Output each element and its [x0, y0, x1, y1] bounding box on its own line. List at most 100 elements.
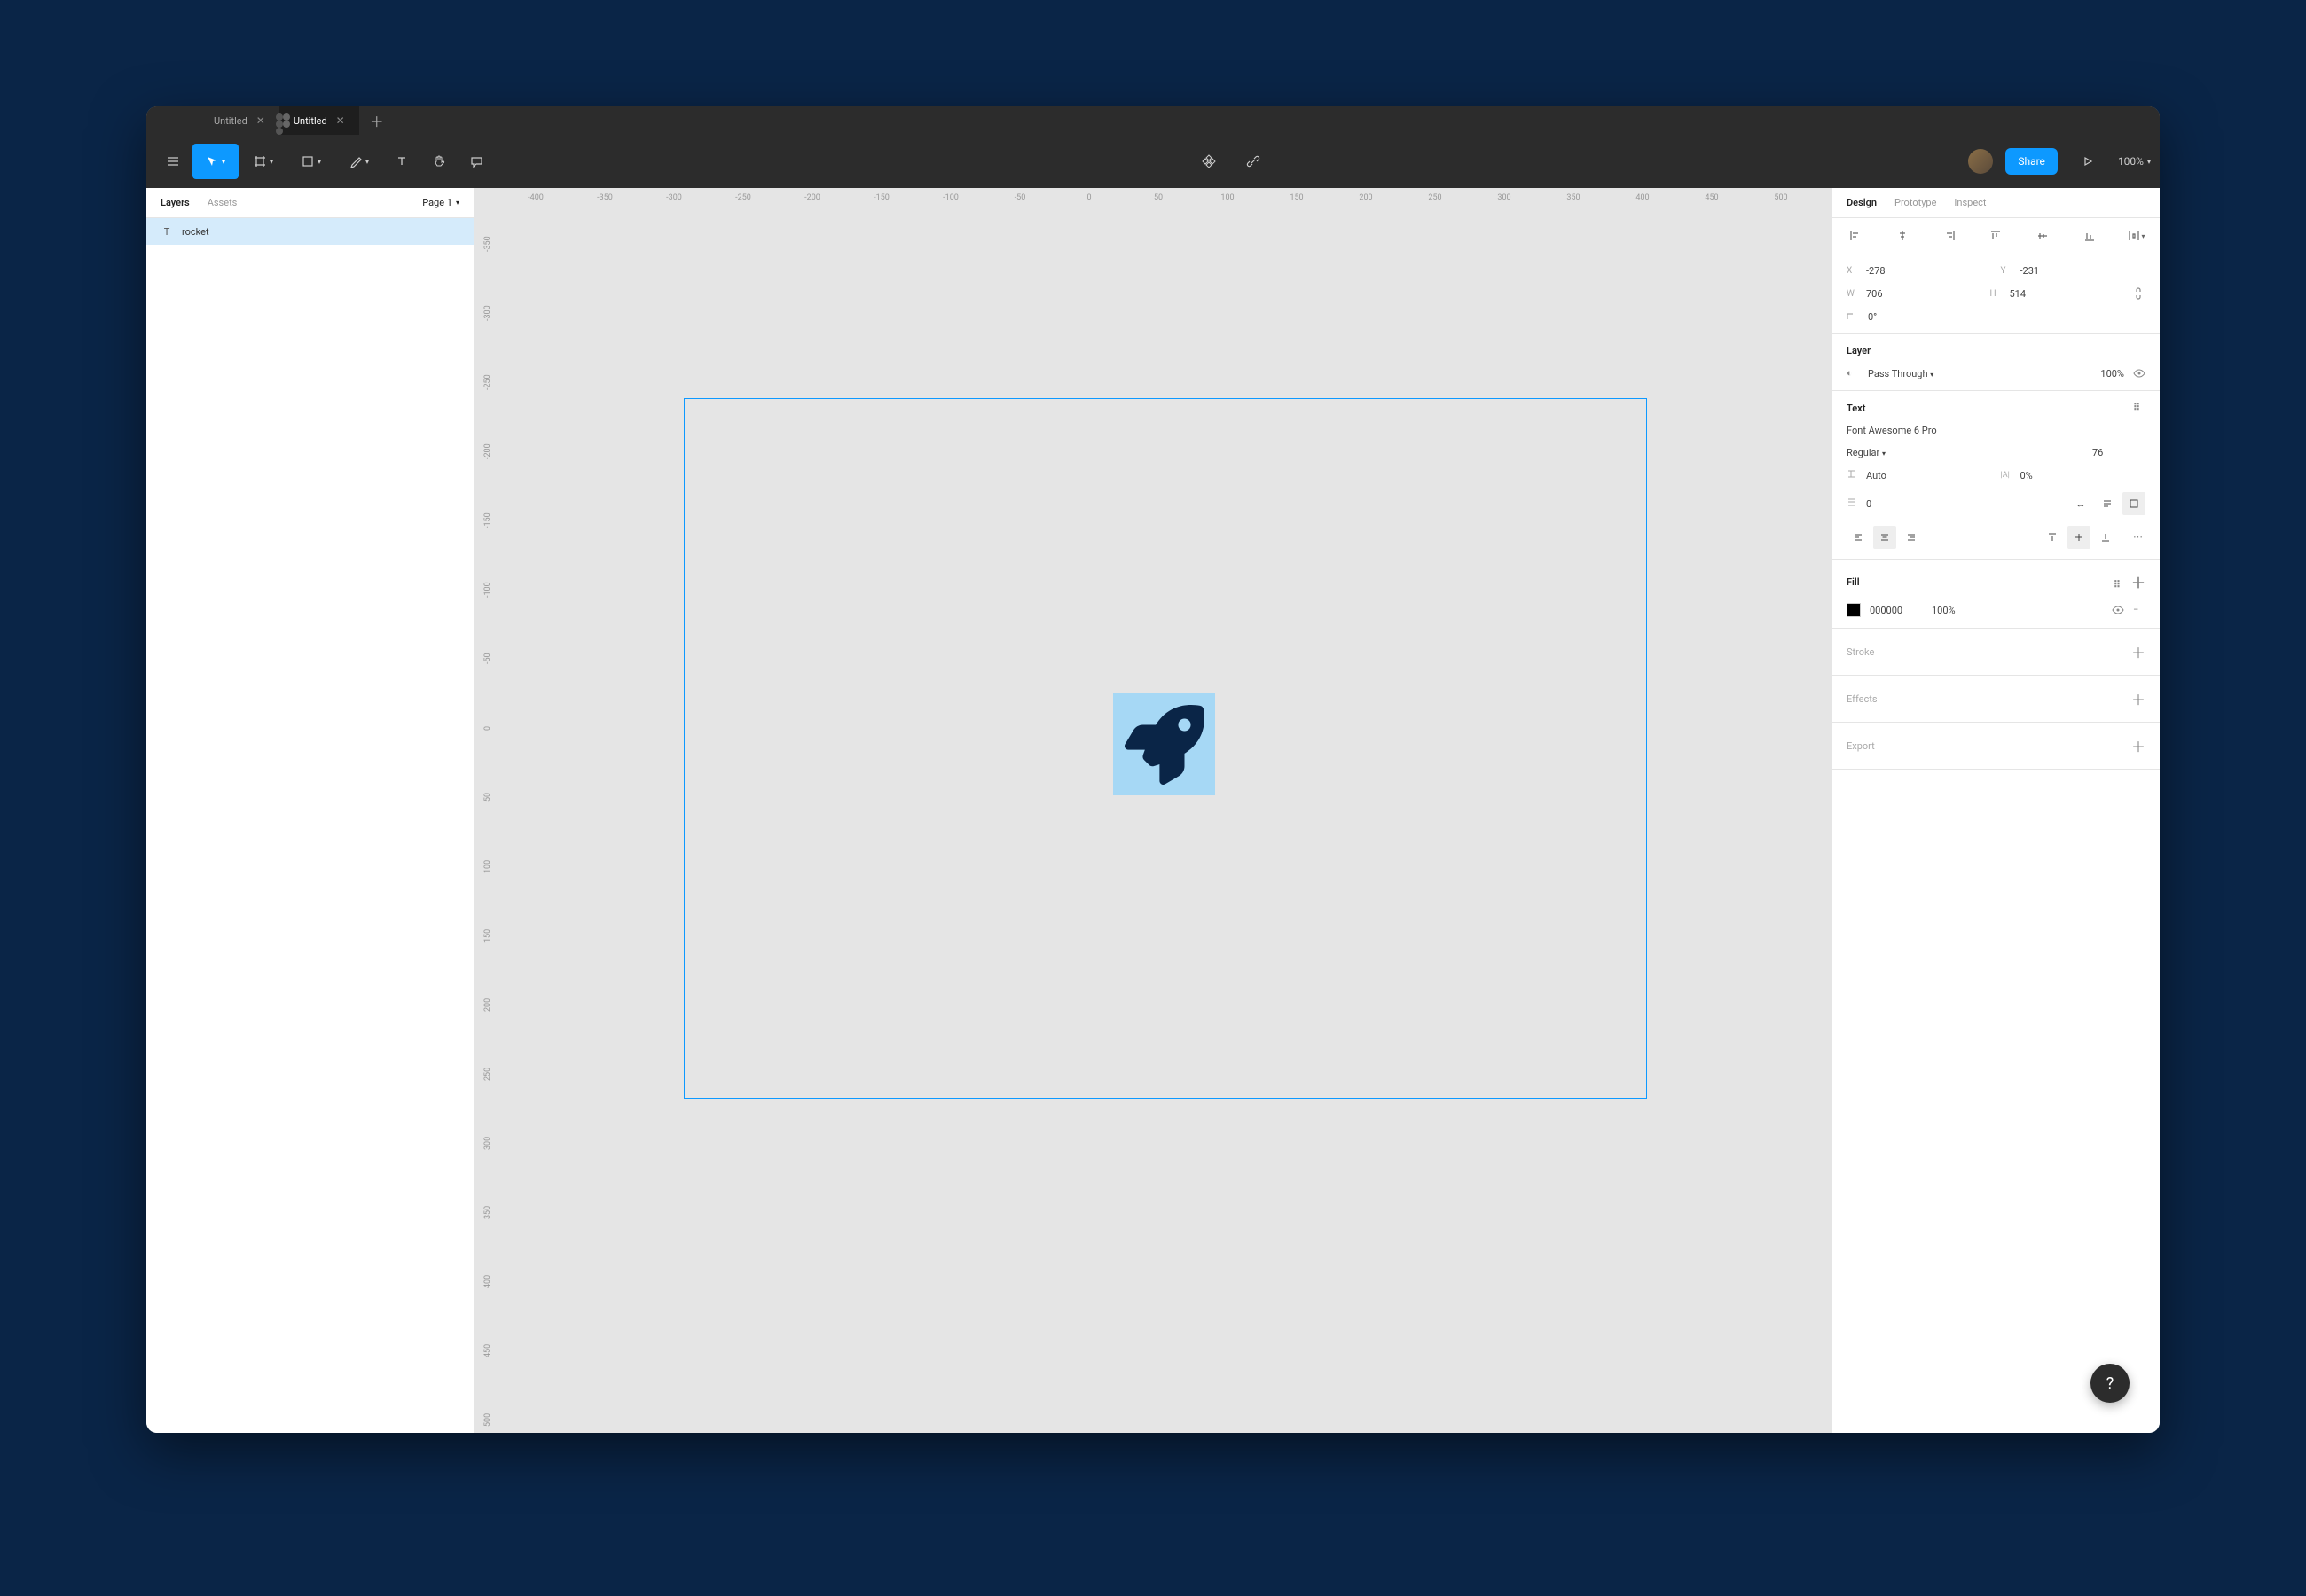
text-valign-top-icon[interactable] [2041, 526, 2064, 549]
text-title: Text [1847, 403, 1865, 414]
rotation-value[interactable]: 0° [1868, 311, 2145, 323]
canvas-content[interactable] [475, 188, 1831, 1433]
hand-tool[interactable] [421, 144, 457, 179]
component-icon[interactable] [1199, 152, 1219, 171]
fill-color-swatch[interactable] [1847, 603, 1861, 617]
tab-untitled-1[interactable]: Untitled ✕ [200, 106, 279, 135]
figma-logo-icon[interactable] [276, 113, 290, 128]
y-value[interactable]: -231 [2020, 265, 2146, 277]
inspect-tab[interactable]: Inspect [1954, 197, 1986, 208]
help-button[interactable]: ? [2090, 1364, 2130, 1403]
text-align-right-icon[interactable] [1900, 526, 1923, 549]
chevron-down-icon: ▾ [365, 158, 369, 166]
assets-tab[interactable]: Assets [208, 197, 238, 208]
tab-untitled-2[interactable]: Untitled ✕ [279, 106, 359, 135]
text-align-center-icon[interactable] [1873, 526, 1896, 549]
chevron-down-icon: ▾ [2147, 158, 2151, 166]
rotation-icon [1847, 310, 1859, 323]
h-value[interactable]: 514 [2010, 288, 2125, 300]
resize-auto-height-icon[interactable] [2096, 492, 2119, 515]
close-tab-icon[interactable]: ✕ [336, 114, 345, 127]
fill-opacity-value[interactable]: 100% [1932, 605, 1956, 616]
visibility-icon[interactable] [2133, 367, 2145, 379]
stroke-title: Stroke [1847, 646, 1874, 658]
add-export-button[interactable]: ＋ [2131, 735, 2145, 756]
user-avatar[interactable] [1968, 149, 1993, 174]
y-label: Y [2001, 266, 2013, 276]
pen-tool[interactable]: ▾ [336, 144, 382, 179]
page-label: Page 1 [422, 197, 452, 208]
font-size-input[interactable]: 76 [2092, 447, 2145, 458]
move-tool[interactable]: ▾ [192, 144, 239, 179]
resize-fixed-icon[interactable] [2122, 492, 2145, 515]
toolbar: ▾ ▾ ▾ ▾ Share 100%▾ [146, 135, 2160, 188]
zoom-dropdown[interactable]: 100%▾ [2118, 155, 2151, 168]
share-button[interactable]: Share [2005, 148, 2058, 175]
add-tab-button[interactable]: ＋ [359, 106, 395, 135]
x-value[interactable]: -278 [1866, 265, 1992, 277]
add-stroke-button[interactable]: ＋ [2131, 641, 2145, 662]
fill-title: Fill [1847, 576, 1860, 588]
fill-hex-value[interactable]: 000000 [1870, 605, 1923, 616]
right-panel: Design Prototype Inspect ▾ X -278 Y -231 [1831, 188, 2160, 1433]
text-align-left-icon[interactable] [1847, 526, 1870, 549]
fill-styles-icon[interactable]: ⠿ [2114, 579, 2121, 591]
add-effect-button[interactable]: ＋ [2131, 688, 2145, 709]
rocket-icon[interactable] [1113, 693, 1215, 795]
text-valign-bottom-icon[interactable] [2094, 526, 2117, 549]
fill-section: Fill ⠿ ＋ 000000 100% − [1832, 560, 2160, 629]
design-tab[interactable]: Design [1847, 197, 1877, 208]
tab-label: Untitled [214, 115, 247, 127]
remove-fill-button[interactable]: − [2133, 604, 2145, 616]
blend-mode-select[interactable]: Pass Through ▾ [1868, 368, 2091, 379]
effects-title: Effects [1847, 693, 1878, 705]
opacity-value[interactable]: 100% [2100, 368, 2124, 379]
app-window: Untitled ✕ Untitled ✕ ＋ ▾ ▾ ▾ ▾ Share 1 [146, 106, 2160, 1433]
align-bottom-icon[interactable] [2081, 227, 2098, 245]
align-top-icon[interactable] [1987, 227, 2004, 245]
page-selector[interactable]: Page 1 ▾ [422, 197, 459, 208]
shape-tool[interactable]: ▾ [288, 144, 334, 179]
add-fill-button[interactable]: ＋ [2131, 575, 2145, 591]
x-label: X [1847, 266, 1859, 276]
menu-button[interactable] [155, 144, 191, 179]
text-more-icon[interactable]: ⋯ [2133, 531, 2145, 544]
constrain-proportions-icon[interactable] [2133, 287, 2145, 300]
left-panel: Layers Assets Page 1 ▾ T rocket [146, 188, 475, 1433]
distribute-icon[interactable]: ▾ [2128, 227, 2145, 245]
h-label: H [1990, 289, 2003, 299]
line-height-value[interactable]: Auto [1866, 470, 1992, 481]
text-tool[interactable] [384, 144, 420, 179]
align-right-icon[interactable] [1941, 227, 1958, 245]
letter-spacing-icon: |A| [2001, 471, 2013, 480]
blend-mode-icon[interactable]: ◐ [1847, 367, 1859, 379]
text-valign-middle-icon[interactable] [2067, 526, 2090, 549]
align-hcenter-icon[interactable] [1894, 227, 1911, 245]
paragraph-spacing-icon [1847, 497, 1859, 510]
comment-tool[interactable] [459, 144, 494, 179]
canvas[interactable]: -400-350-300-250-200-150-100-50050100150… [475, 188, 1831, 1433]
frame-tool[interactable]: ▾ [240, 144, 286, 179]
prototype-tab[interactable]: Prototype [1894, 197, 1936, 208]
w-value[interactable]: 706 [1866, 288, 1981, 300]
font-family-select[interactable]: Font Awesome 6 Pro [1847, 425, 2145, 436]
letter-spacing-value[interactable]: 0% [2020, 470, 2146, 481]
export-title: Export [1847, 740, 1875, 752]
link-icon[interactable] [1243, 152, 1263, 171]
text-styles-icon[interactable]: ⠿ [2133, 402, 2145, 414]
layer-item[interactable]: T rocket [146, 218, 474, 245]
play-button[interactable] [2070, 144, 2106, 179]
transform-section: X-278 Y-231 W706 H514 0° [1832, 254, 2160, 334]
align-vcenter-icon[interactable] [2034, 227, 2051, 245]
resize-auto-width-icon[interactable]: ↔ [2069, 492, 2092, 515]
font-weight-select[interactable]: Regular ▾ [1847, 447, 2083, 458]
layer-title: Layer [1847, 345, 2145, 356]
chevron-down-icon: ▾ [270, 158, 273, 166]
fill-visibility-icon[interactable] [2112, 604, 2124, 616]
align-left-icon[interactable] [1847, 227, 1864, 245]
chevron-down-icon: ▾ [456, 199, 459, 207]
close-tab-icon[interactable]: ✕ [256, 114, 265, 127]
layers-tab[interactable]: Layers [161, 197, 190, 208]
text-section: Text ⠿ Font Awesome 6 Pro Regular ▾ 76 Au… [1832, 391, 2160, 560]
paragraph-spacing-value[interactable]: 0 [1866, 498, 2060, 510]
